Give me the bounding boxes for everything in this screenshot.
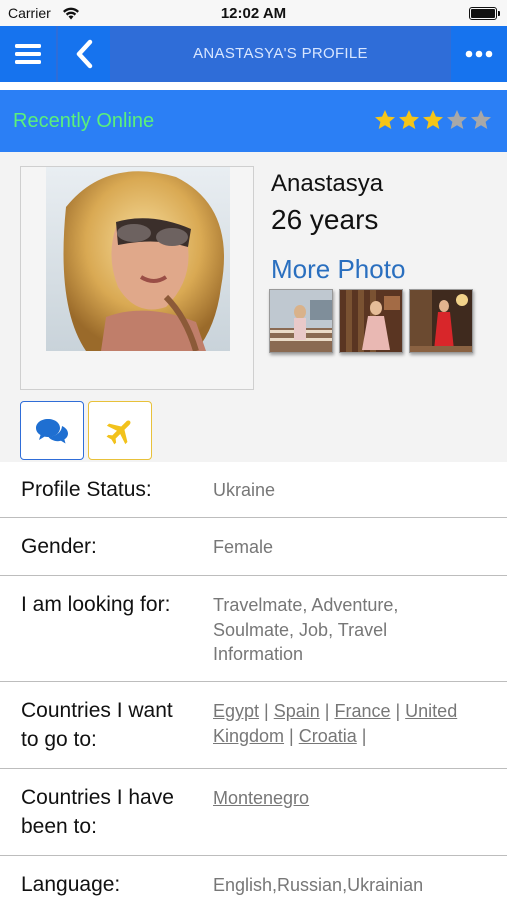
detail-label-line: Countries I want bbox=[21, 699, 173, 722]
profile-details: Profile Status: Ukraine Gender: Female I… bbox=[0, 462, 507, 900]
detail-label-line: Countries I have bbox=[21, 786, 174, 809]
back-button[interactable] bbox=[58, 26, 110, 82]
countries-been-links: Montenegro bbox=[213, 786, 491, 811]
photo-thumbnail[interactable] bbox=[409, 289, 473, 353]
country-link[interactable]: Spain bbox=[274, 701, 320, 721]
star-filled-icon bbox=[399, 110, 419, 129]
country-link[interactable]: Egypt bbox=[213, 701, 259, 721]
clock: 12:02 AM bbox=[220, 5, 287, 22]
nav-divider bbox=[0, 82, 507, 90]
detail-label: I am looking for: bbox=[21, 593, 171, 616]
more-photo-link[interactable]: More Photo bbox=[271, 254, 405, 285]
profile-photo[interactable] bbox=[46, 167, 230, 351]
link-separator: | bbox=[356, 725, 367, 746]
battery-icon bbox=[469, 7, 500, 20]
travel-button[interactable] bbox=[88, 401, 152, 460]
profile-header: Anastasya 26 years More Photo bbox=[0, 152, 507, 462]
ellipsis-icon bbox=[465, 50, 493, 58]
detail-row-countries-want: Countries I want to go to: Egypt | Spain… bbox=[0, 682, 507, 769]
detail-label: Gender: bbox=[21, 535, 97, 558]
detail-label: Profile Status: bbox=[21, 478, 152, 501]
detail-label: Countries I want to go to: bbox=[21, 696, 173, 754]
chevron-left-icon bbox=[76, 39, 93, 69]
profile-age: 26 years bbox=[271, 204, 379, 235]
star-filled-icon bbox=[375, 110, 395, 129]
star-empty-icon bbox=[471, 110, 491, 129]
photo-thumbnail[interactable] bbox=[339, 289, 403, 353]
detail-label-line: been to: bbox=[21, 815, 97, 838]
profile-photo-image bbox=[46, 167, 230, 351]
detail-row-status: Profile Status: Ukraine bbox=[0, 462, 507, 518]
detail-row-looking-for: I am looking for: Travelmate, Adventure,… bbox=[0, 576, 507, 682]
profile-name: Anastasya bbox=[271, 170, 384, 197]
link-separator: | bbox=[284, 725, 299, 746]
rating-stars bbox=[374, 109, 492, 131]
status-bar: Carrier 12:02 AM bbox=[0, 0, 507, 26]
detail-label-line: to go to: bbox=[21, 728, 97, 751]
detail-label: Language: bbox=[21, 873, 121, 896]
hamburger-menu-icon bbox=[15, 44, 41, 64]
menu-button[interactable] bbox=[0, 26, 56, 82]
online-status: Recently Online bbox=[13, 110, 155, 132]
detail-row-language: Language: English,Russian,Ukrainian bbox=[0, 856, 507, 900]
country-link[interactable]: Montenegro bbox=[213, 788, 309, 808]
detail-value: English,Russian,Ukrainian bbox=[213, 875, 424, 895]
countries-want-links: Egypt | Spain | France | United Kingdom … bbox=[213, 699, 488, 748]
country-link[interactable]: France bbox=[334, 701, 390, 721]
detail-row-gender: Gender: Female bbox=[0, 518, 507, 576]
detail-row-countries-been: Countries I have been to: Montenegro bbox=[0, 769, 507, 856]
photo-thumbnails bbox=[269, 289, 473, 353]
photo-thumbnail[interactable] bbox=[269, 289, 333, 353]
page-title: ANASTASYA'S PROFILE bbox=[193, 45, 368, 62]
country-link[interactable]: Croatia bbox=[299, 726, 357, 746]
chat-bubbles-icon bbox=[36, 418, 68, 443]
star-filled-icon bbox=[423, 110, 443, 129]
link-separator: | bbox=[390, 701, 406, 721]
link-separator: | bbox=[259, 701, 274, 721]
online-status-bar: Recently Online bbox=[0, 90, 507, 152]
detail-value: Travelmate, Adventure, Soulmate, Job, Tr… bbox=[213, 595, 399, 664]
link-separator: | bbox=[319, 701, 335, 721]
star-empty-icon bbox=[447, 110, 467, 129]
detail-value: Female bbox=[213, 537, 274, 557]
airplane-icon bbox=[106, 420, 131, 444]
nav-bar: ANASTASYA'S PROFILE bbox=[0, 26, 507, 82]
more-options-button[interactable] bbox=[451, 26, 507, 82]
detail-value: Ukraine bbox=[213, 480, 276, 500]
profile-photo-frame[interactable] bbox=[20, 166, 254, 390]
chat-button[interactable] bbox=[20, 401, 84, 460]
detail-label: Countries I have been to: bbox=[21, 783, 174, 841]
